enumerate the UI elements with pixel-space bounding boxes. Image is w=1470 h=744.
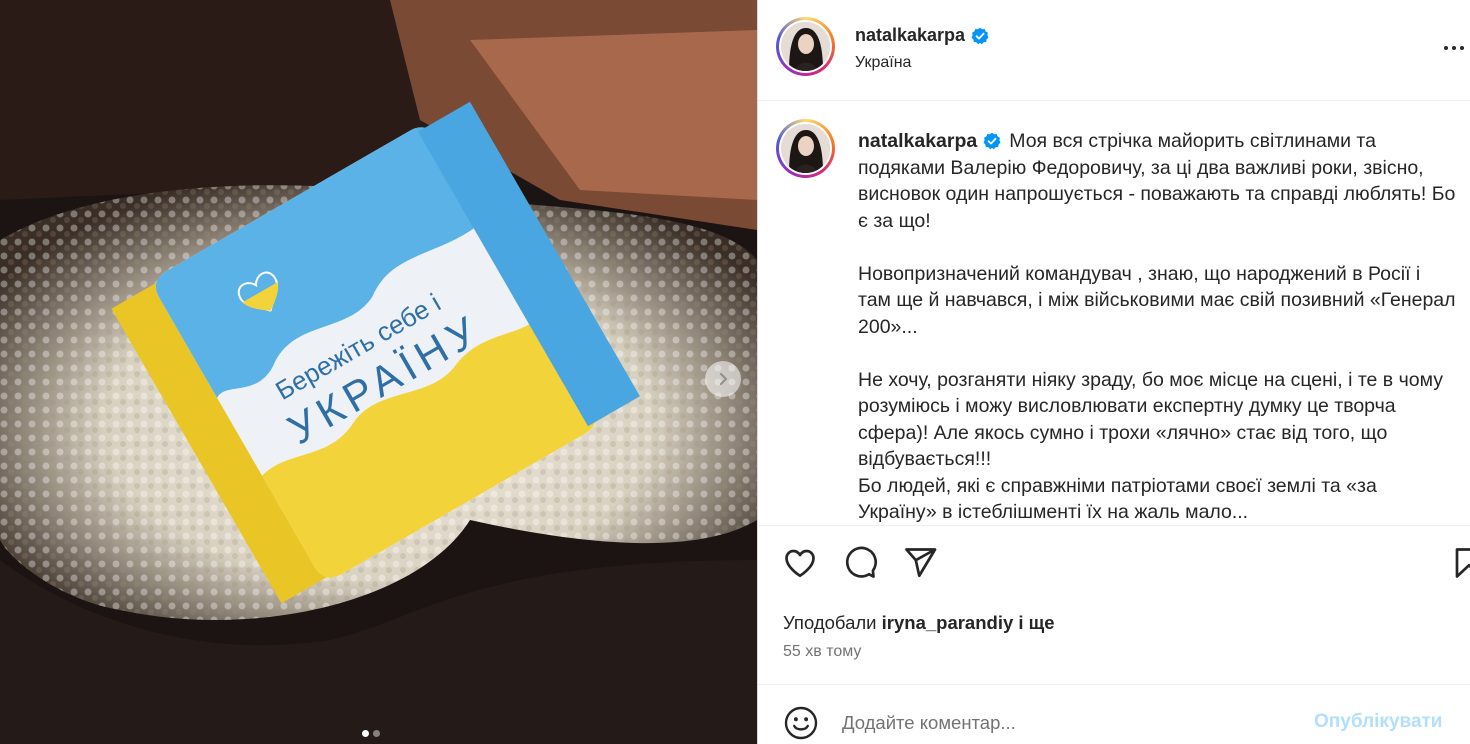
post-location[interactable]: Україна bbox=[855, 54, 911, 72]
post-media[interactable]: Бережіть себе і УКРАЇНУ bbox=[0, 0, 757, 744]
liker-username[interactable]: iryna_parandiy bbox=[882, 612, 1014, 633]
publish-button[interactable]: Опублікувати bbox=[1314, 711, 1443, 733]
comment-bar: Опублікувати bbox=[758, 684, 1470, 744]
caption-username[interactable]: natalkakarpa bbox=[858, 130, 977, 152]
save-button[interactable] bbox=[1451, 545, 1470, 589]
caption-body: Моя вся стрічка майорить світлинами та п… bbox=[858, 130, 1456, 523]
post-caption: natalkakarpa Моя вся стрічка майорить сві… bbox=[858, 128, 1458, 525]
verified-badge-icon bbox=[983, 132, 1001, 150]
emoji-icon bbox=[784, 706, 818, 740]
post-header: natalkakarpa Україна bbox=[758, 0, 1470, 101]
share-icon bbox=[905, 548, 937, 578]
likes-others-link[interactable]: і ще bbox=[1018, 612, 1054, 633]
comment-button[interactable] bbox=[842, 545, 882, 589]
post-timestamp[interactable]: 55 хв тому bbox=[783, 643, 861, 661]
next-slide-button[interactable] bbox=[705, 361, 741, 397]
post-side-panel: natalkakarpa Україна natalkakarpa Моя вс… bbox=[757, 0, 1470, 744]
bookmark-icon bbox=[1455, 548, 1470, 578]
avatar[interactable] bbox=[776, 119, 835, 178]
comment-input[interactable] bbox=[842, 707, 1292, 739]
likes-line: Уподобали iryna_parandiy і ще bbox=[783, 612, 1055, 634]
comment-icon bbox=[845, 546, 878, 578]
carousel-indicator bbox=[362, 730, 380, 737]
post-actions bbox=[758, 545, 1470, 589]
heart-icon bbox=[785, 549, 815, 578]
caption-section: natalkakarpa Моя вся стрічка майорить сві… bbox=[758, 102, 1470, 526]
likes-prefix: Уподобали bbox=[783, 612, 877, 633]
carousel-dot-active bbox=[362, 730, 369, 737]
emoji-button[interactable] bbox=[783, 705, 819, 741]
carousel-dot bbox=[373, 730, 380, 737]
more-options-button[interactable] bbox=[1442, 38, 1470, 58]
chevron-right-icon bbox=[720, 373, 727, 385]
verified-badge-icon bbox=[971, 27, 989, 44]
post-photo: Бережіть себе і УКРАЇНУ bbox=[0, 0, 757, 744]
avatar[interactable] bbox=[776, 17, 835, 76]
more-icon bbox=[1444, 46, 1464, 50]
post-username[interactable]: natalkakarpa bbox=[855, 25, 965, 46]
share-button[interactable] bbox=[902, 545, 942, 589]
like-button[interactable] bbox=[782, 545, 822, 589]
